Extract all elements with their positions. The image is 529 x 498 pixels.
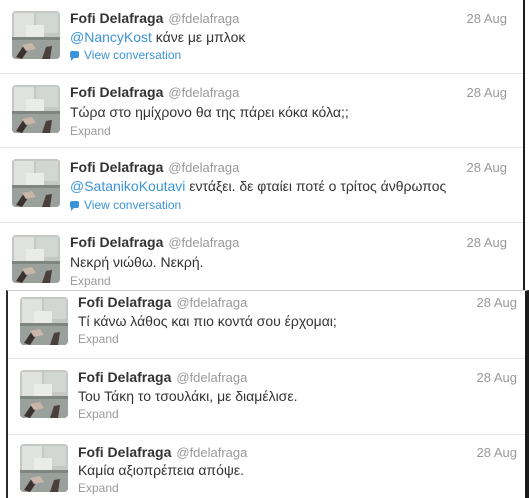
tweet-text: Του Τάκη το τσουλάκι, με διαμέλισε. — [78, 388, 298, 404]
tweet-handle[interactable]: @fdelafraga — [168, 85, 239, 100]
tweet-timestamp[interactable]: 28 Aug — [467, 160, 508, 175]
view-conversation-link[interactable]: View conversation — [70, 198, 181, 212]
tweet-author[interactable]: Fofi Delafraga @fdelafraga — [78, 294, 247, 310]
avatar[interactable] — [20, 297, 68, 345]
tweet-timestamp[interactable]: 28 Aug — [467, 11, 508, 26]
avatar[interactable] — [12, 11, 60, 59]
tweet-author[interactable]: Fofi Delafraga @fdelafraga — [70, 234, 239, 250]
view-conversation-link[interactable]: View conversation — [70, 48, 181, 62]
conversation-bubble-icon — [70, 201, 79, 211]
tweet-handle[interactable]: @fdelafraga — [168, 235, 239, 250]
tweet-item[interactable]: Fofi Delafraga @fdelafraga 28 Aug Του Τάκ… — [8, 359, 525, 435]
tweet-author[interactable]: Fofi Delafraga @fdelafraga — [78, 369, 247, 385]
conversation-bubble-icon — [70, 51, 79, 61]
tweet-text: Καμία αξιοπρέπεια απόψε. — [78, 462, 244, 478]
tweet-author[interactable]: Fofi Delafraga @fdelafraga — [70, 10, 239, 26]
tweet-item[interactable]: Fofi Delafraga @fdelafraga 28 Aug @NancyK… — [0, 0, 523, 74]
avatar[interactable] — [12, 85, 60, 133]
expand-link[interactable]: Expand — [78, 481, 119, 495]
tweet-item[interactable]: Fofi Delafraga @fdelafraga 28 Aug Νεκρή ν… — [0, 223, 523, 290]
tweet-handle[interactable]: @fdelafraga — [176, 295, 247, 310]
tweet-mention[interactable]: @SatanikoKoutavi — [70, 178, 185, 194]
expand-link[interactable]: Expand — [70, 124, 111, 138]
tweet-author[interactable]: Fofi Delafraga @fdelafraga — [70, 84, 239, 100]
tweet-text: @NancyKost κάνε με μπλοκ — [70, 29, 246, 45]
tweet-item[interactable]: Fofi Delafraga @fdelafraga 28 Aug @Satani… — [0, 148, 523, 223]
tweet-timestamp[interactable]: 28 Aug — [477, 370, 518, 385]
avatar[interactable] — [20, 444, 68, 492]
tweet-handle[interactable]: @fdelafraga — [176, 445, 247, 460]
expand-link[interactable]: Expand — [78, 332, 119, 346]
tweet-item[interactable]: Fofi Delafraga @fdelafraga 28 Aug Τώρα στ… — [0, 74, 523, 148]
tweet-text: Τί κάνω λάθος και πιο κοντά σου έρχομαι; — [78, 313, 337, 329]
tweet-timestamp[interactable]: 28 Aug — [467, 85, 508, 100]
tweet-item[interactable]: Fofi Delafraga @fdelafraga 28 Aug Καμία α… — [8, 435, 525, 498]
tweet-item[interactable]: Fofi Delafraga @fdelafraga 28 Aug Τί κάνω… — [8, 291, 525, 359]
avatar[interactable] — [20, 370, 68, 418]
tweet-timestamp[interactable]: 28 Aug — [477, 295, 518, 310]
tweet-text: @SatanikoKoutavi εντάξει. δε φταίει ποτέ… — [70, 178, 447, 194]
timeline-panel-bottom: Fofi Delafraga @fdelafraga 28 Aug Τί κάνω… — [6, 290, 529, 498]
tweet-mention[interactable]: @NancyKost — [70, 29, 152, 45]
tweet-timestamp[interactable]: 28 Aug — [467, 235, 508, 250]
tweet-text: Νεκρή νιώθω. Νεκρή. — [70, 254, 204, 270]
tweet-handle[interactable]: @fdelafraga — [168, 11, 239, 26]
tweet-text: Τώρα στο ημίχρονο θα της πάρει κόκα κόλα… — [70, 104, 349, 120]
tweet-timestamp[interactable]: 28 Aug — [477, 445, 518, 460]
avatar[interactable] — [12, 235, 60, 283]
expand-link[interactable]: Expand — [70, 274, 111, 288]
tweet-handle[interactable]: @fdelafraga — [168, 160, 239, 175]
expand-link[interactable]: Expand — [78, 407, 119, 421]
avatar[interactable] — [12, 159, 60, 207]
tweet-author[interactable]: Fofi Delafraga @fdelafraga — [78, 444, 247, 460]
timeline-panel-top: Fofi Delafraga @fdelafraga 28 Aug @NancyK… — [0, 0, 525, 290]
tweet-author[interactable]: Fofi Delafraga @fdelafraga — [70, 159, 239, 175]
tweet-handle[interactable]: @fdelafraga — [176, 370, 247, 385]
